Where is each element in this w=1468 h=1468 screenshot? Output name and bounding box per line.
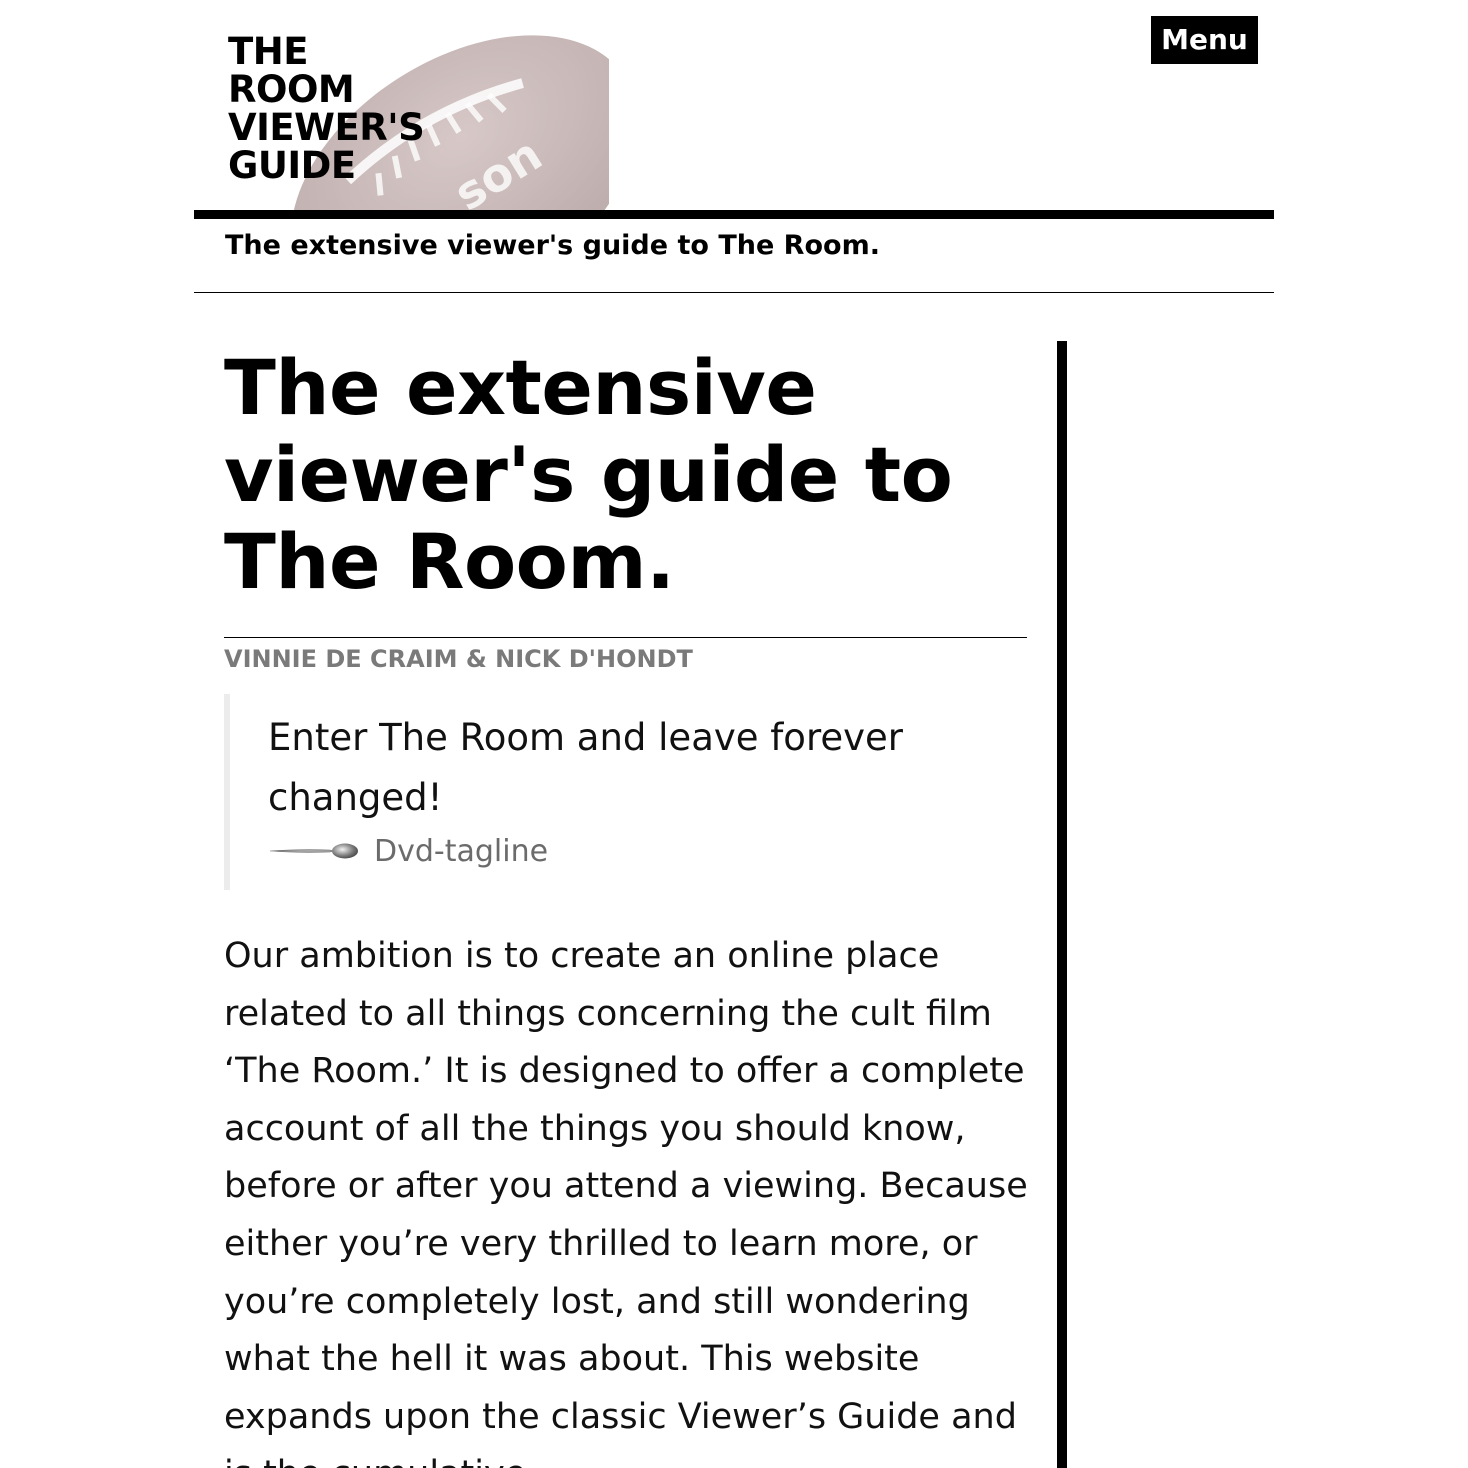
page-title: The extensive viewer's guide to The Room… [224,343,953,606]
site-header: son THE ROOM VIEWER'S GUIDE Menu [194,0,1274,210]
intro-paragraph: Our ambition is to create an online plac… [224,936,1028,1468]
site-tagline: The extensive viewer's guide to The Room… [225,230,880,261]
header-divider [194,210,1274,219]
author-byline: VINNIE DE CRAIM & NICK D'HONDT [224,645,693,673]
site-title[interactable]: THE ROOM VIEWER'S GUIDE [228,30,425,187]
sidebar-divider [1057,341,1067,1468]
main-content: The extensive viewer's guide to The Room… [224,340,1028,1468]
tagline-divider [194,292,1274,293]
quote-source: Dvd-tagline [374,833,549,869]
menu-button[interactable]: Menu [1151,16,1258,64]
site-title-line: ROOM [228,68,355,111]
byline-divider [224,637,1027,638]
quote-text: Enter The Room and leave forever changed… [268,716,903,819]
spoon-icon [269,843,358,859]
site-title-line: THE [228,30,308,73]
site-title-line: GUIDE [228,144,356,187]
page: son THE ROOM VIEWER'S GUIDE Menu The ext… [0,0,1468,1468]
quote-citation: Dvd-tagline [268,828,1028,874]
site-title-line: VIEWER'S [228,106,425,149]
dvd-tagline-quote: Enter The Room and leave forever changed… [224,694,1028,890]
